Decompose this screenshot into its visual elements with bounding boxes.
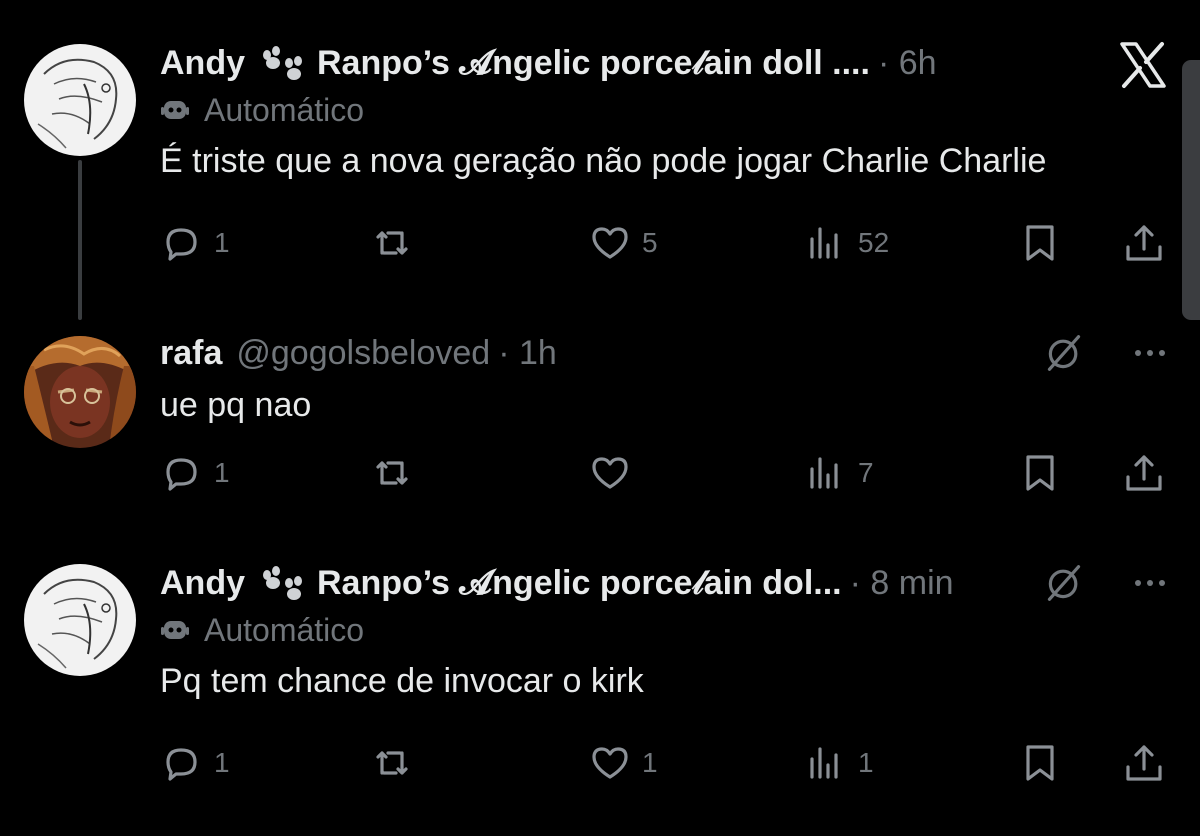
share-icon [1126,225,1162,261]
heart-icon [592,227,628,259]
author-handle[interactable]: @gogolsbeloved [236,334,490,373]
views-button[interactable]: 1 [804,738,874,788]
views-icon [810,457,838,489]
post-text: ue pq nao [160,386,312,424]
post-header: Andy Ranpo’s 𝓐ngelic porce𝓁ain dol... · … [160,558,1170,608]
repost-button[interactable] [370,448,414,498]
share-button[interactable] [1122,448,1166,498]
bot-icon [160,95,190,125]
avatar[interactable] [24,44,136,156]
scrollbar[interactable] [1182,60,1200,320]
grok-icon[interactable] [1042,331,1086,375]
bot-icon [160,615,190,645]
reply-count: 1 [214,747,230,778]
repost-icon [376,751,408,775]
display-name[interactable]: Ranpo’s 𝓐ngelic porce𝓁ain dol... [317,564,842,603]
author-name[interactable]: Andy [160,44,245,83]
share-button[interactable] [1122,218,1166,268]
display-name[interactable]: Ranpo’s 𝓐ngelic porce𝓁ain doll .... [317,44,870,83]
post-header: Andy Ranpo’s 𝓐ngelic porce𝓁ain doll ....… [160,38,1170,88]
bookmark-icon [1026,225,1054,261]
bookmark-button[interactable] [1018,738,1062,788]
like-button[interactable]: 1 [588,738,658,788]
reply-icon [166,458,197,491]
bookmark-button[interactable] [1018,448,1062,498]
author-name[interactable]: Andy [160,564,245,603]
automated-label: Automático [204,611,365,648]
heart-icon [592,747,628,779]
thread-line [78,160,82,320]
avatar[interactable] [24,564,136,676]
like-count: 1 [642,747,658,778]
post-text: É triste que a nova geração não pode jog… [160,142,1047,180]
repost-button[interactable] [370,218,414,268]
views-count: 1 [858,747,874,778]
reply-button[interactable]: 1 [160,218,230,268]
like-count: 5 [642,227,658,258]
like-button[interactable] [588,448,632,498]
views-button[interactable]: 52 [804,218,889,268]
post-actions: 1 5 52 [160,218,1170,268]
repost-icon [376,461,408,485]
grok-icon[interactable] [1042,561,1086,605]
automated-label-row: Automático [160,88,1170,132]
post-header: rafa @gogolsbeloved · 1h [160,328,1170,378]
reply-count: 1 [214,227,230,258]
more-icon[interactable] [1130,333,1170,373]
post-time[interactable]: · 8 min [850,564,954,603]
post-time[interactable]: · 6h [878,44,937,83]
author-name[interactable]: rafa [160,334,222,373]
automated-label-row: Automático [160,608,1170,652]
share-button[interactable] [1122,738,1166,788]
heart-icon [592,457,628,489]
views-button[interactable]: 7 [804,448,874,498]
like-button[interactable]: 5 [588,218,658,268]
bookmark-icon [1026,745,1054,781]
repost-icon [376,231,408,255]
bookmark-button[interactable] [1018,218,1062,268]
reply-icon [166,228,197,261]
automated-label: Automático [204,91,365,128]
share-icon [1126,455,1162,491]
post-text: Pq tem chance de invocar o kirk [160,662,644,700]
reply-count: 1 [214,457,230,488]
reply-button[interactable]: 1 [160,448,230,498]
post-actions: 1 7 [160,448,1170,498]
repost-button[interactable] [370,738,414,788]
views-icon [810,747,838,779]
reply-button[interactable]: 1 [160,738,230,788]
more-icon[interactable] [1130,563,1170,603]
views-icon [810,227,838,259]
post-actions: 1 1 1 [160,738,1170,788]
views-count: 52 [858,227,890,258]
paw-icon [259,565,305,601]
avatar[interactable] [24,336,136,448]
paw-icon [259,45,305,81]
reply-icon [166,748,197,781]
bookmark-icon [1026,455,1054,491]
share-icon [1126,745,1162,781]
views-count: 7 [858,457,874,488]
post-time[interactable]: · 1h [498,334,557,373]
